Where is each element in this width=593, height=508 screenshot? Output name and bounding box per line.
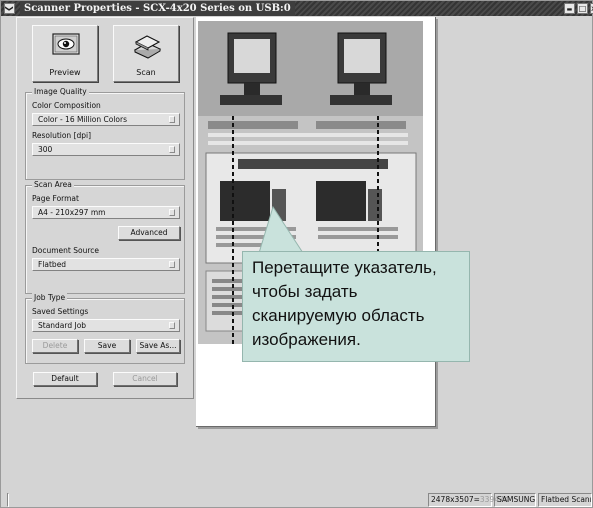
window-title: Scanner Properties - SCX-4x20 Series on … xyxy=(20,1,295,16)
scanner-source: Flatbed Scanner xyxy=(538,493,592,507)
save-button[interactable]: Save xyxy=(84,339,130,353)
resolution-select[interactable]: 300 xyxy=(32,143,180,156)
dropdown-arrow-icon xyxy=(169,261,175,268)
image-quality-title: Image Quality xyxy=(32,87,89,96)
dropdown-arrow-icon xyxy=(169,146,175,153)
chevron-down-icon: ❯ xyxy=(4,5,14,12)
callout-line: изображения. xyxy=(252,330,361,349)
cancel-button-label: Cancel xyxy=(132,374,158,383)
scan-area-title: Scan Area xyxy=(32,180,74,189)
preview-button-label: Preview xyxy=(49,68,81,77)
color-composition-value: Color - 16 Million Colors xyxy=(38,115,128,124)
color-composition-select[interactable]: Color - 16 Million Colors xyxy=(32,113,180,126)
document-source-select[interactable]: Flatbed xyxy=(32,258,180,271)
save-as-button-label: Save As... xyxy=(139,341,177,350)
preview-icon xyxy=(52,33,80,55)
save-button-label: Save xyxy=(97,341,117,350)
cancel-button[interactable]: Cancel xyxy=(113,372,177,386)
advanced-button-label: Advanced xyxy=(130,228,168,237)
scan-button-label: Scan xyxy=(136,68,156,77)
status-left-cell xyxy=(7,493,9,507)
title-bar[interactable]: ❯ Scanner Properties - SCX-4x20 Series o… xyxy=(1,1,593,16)
dropdown-arrow-icon xyxy=(169,322,175,329)
preview-button[interactable]: Preview xyxy=(32,25,98,82)
minimize-icon: ▬ xyxy=(566,6,573,13)
page-format-label: Page Format xyxy=(32,194,79,203)
job-type-title: Job Type xyxy=(32,293,68,302)
page-format-value: A4 - 210x297 mm xyxy=(38,208,106,217)
callout-line: чтобы задать xyxy=(252,282,358,301)
scanner-properties-window: ❯ Scanner Properties - SCX-4x20 Series o… xyxy=(0,0,593,508)
maximize-button[interactable]: □ xyxy=(577,3,588,14)
scanner-vendor: SAMSUNG xyxy=(494,493,536,507)
job-type-group: Job Type Saved Settings Standard Job Del… xyxy=(25,293,185,364)
minimize-button[interactable]: ▬ xyxy=(564,3,575,14)
default-button[interactable]: Default xyxy=(33,372,97,386)
color-composition-label: Color Composition xyxy=(32,101,101,110)
scan-area-group: Scan Area Page Format A4 - 210x297 mm Ad… xyxy=(25,180,185,294)
image-dimensions-cell: 2478x3507=33947K xyxy=(428,493,509,507)
page-format-select[interactable]: A4 - 210x297 mm xyxy=(32,206,180,219)
maximize-icon: □ xyxy=(578,4,587,13)
delete-button-label: Delete xyxy=(42,341,68,350)
advanced-button[interactable]: Advanced xyxy=(118,226,180,240)
image-quality-group: Image Quality Color Composition Color - … xyxy=(25,87,185,180)
default-button-label: Default xyxy=(51,374,79,383)
instruction-callout: Перетащите указатель, чтобы задать скани… xyxy=(242,251,470,362)
callout-line: сканируемую область xyxy=(252,306,425,325)
document-source-label: Document Source xyxy=(32,246,99,255)
window-menu-button[interactable]: ❯ xyxy=(4,3,15,14)
dropdown-arrow-icon xyxy=(169,209,175,216)
saved-settings-label: Saved Settings xyxy=(32,307,89,316)
saved-settings-value: Standard Job xyxy=(38,321,87,330)
resolution-value: 300 xyxy=(38,145,53,154)
document-source-value: Flatbed xyxy=(38,260,67,269)
save-as-button[interactable]: Save As... xyxy=(136,339,180,353)
scan-button[interactable]: Scan xyxy=(113,25,179,82)
control-panel: Preview Scan Image Quality Color Composi… xyxy=(16,17,194,399)
delete-button[interactable]: Delete xyxy=(32,339,78,353)
callout-line: Перетащите указатель, xyxy=(252,258,437,277)
saved-settings-select[interactable]: Standard Job xyxy=(32,319,180,332)
dropdown-arrow-icon xyxy=(169,116,175,123)
callout-pointer xyxy=(258,205,304,254)
status-bar: 2478x3507=33947K SAMSUNG Flatbed Scanner xyxy=(1,491,592,507)
resolution-label: Resolution [dpi] xyxy=(32,131,92,140)
scanner-icon xyxy=(133,35,162,59)
image-dimensions: 2478x3507= xyxy=(431,495,480,504)
